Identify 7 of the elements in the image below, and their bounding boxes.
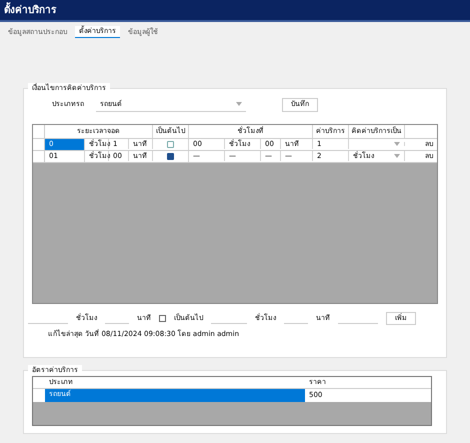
caret-icon bbox=[236, 102, 242, 106]
window-title: ตั้งค่าบริการ bbox=[4, 2, 56, 18]
checkbox[interactable] bbox=[159, 314, 166, 322]
checkbox[interactable] bbox=[167, 152, 174, 160]
checkbox[interactable] bbox=[167, 140, 174, 148]
caret-icon bbox=[394, 154, 400, 158]
caret-icon bbox=[394, 142, 400, 146]
